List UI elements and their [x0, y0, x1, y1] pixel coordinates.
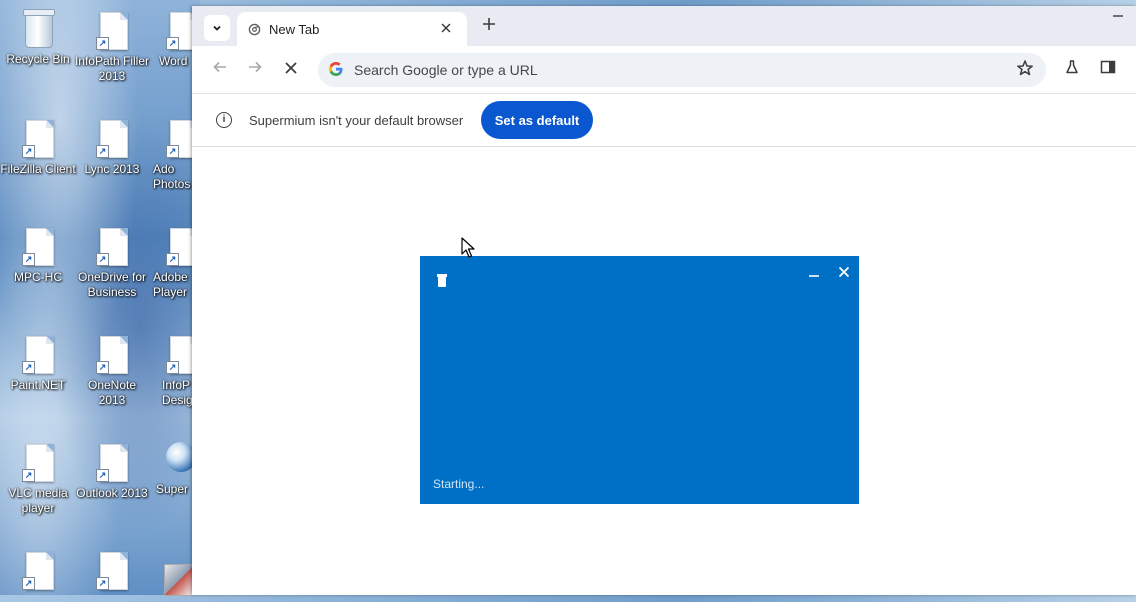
- stop-loading-button[interactable]: [279, 58, 303, 82]
- labs-button[interactable]: [1062, 59, 1082, 79]
- document-shortcut-icon: ↗: [22, 444, 54, 484]
- desktop-icon-label: Lync 2013: [84, 162, 140, 176]
- desktop-icon-mpc-hc[interactable]: ↗ MPC-HC: [0, 228, 76, 285]
- close-icon: [838, 266, 850, 278]
- splash-close-button[interactable]: [837, 264, 851, 284]
- desktop-icon-label: Adobe Player: [153, 270, 188, 299]
- arrow-left-icon: [213, 61, 226, 73]
- launcher-splash-window: Starting...: [420, 256, 859, 504]
- recycle-bin-icon: [22, 9, 55, 50]
- chrome-favicon-icon: [248, 23, 261, 36]
- mouse-cursor-icon: [461, 237, 475, 258]
- bookmark-button[interactable]: [1016, 59, 1034, 82]
- chevron-down-icon: [213, 25, 221, 31]
- set-as-default-button[interactable]: Set as default: [481, 101, 593, 139]
- desktop-icon-row7-a[interactable]: ↗: [0, 552, 76, 594]
- desktop-icon-label: Paint.NET: [10, 378, 66, 392]
- browser-toolbar: Search Google or type a URL: [192, 46, 1136, 94]
- splash-minimize-button[interactable]: [807, 265, 821, 285]
- desktop-icon-outlook[interactable]: ↗ Outlook 2013: [74, 444, 150, 501]
- desktop-icon-label: FileZilla Client: [0, 162, 76, 176]
- document-shortcut-icon: ↗: [22, 228, 54, 268]
- image-app-icon: [162, 560, 194, 600]
- infobar-message: Supermium isn't your default browser: [249, 113, 464, 128]
- google-icon: [329, 62, 343, 76]
- document-shortcut-icon: ↗: [96, 120, 128, 160]
- document-shortcut-icon: ↗: [22, 336, 54, 376]
- splash-status-text: Starting...: [433, 477, 485, 491]
- stop-loading-icon: [285, 62, 297, 74]
- back-button[interactable]: [208, 58, 232, 82]
- desktop-icon-recycle-bin[interactable]: Recycle Bin: [0, 9, 76, 67]
- desktop-icon-onedrive-business[interactable]: ↗ OneDrive for Business: [74, 228, 150, 300]
- side-panel-icon: [1100, 60, 1116, 74]
- minimize-icon: [1113, 15, 1123, 17]
- side-panel-button[interactable]: [1098, 59, 1118, 79]
- desktop-icon-label: InfoPath Filler 2013: [74, 54, 150, 83]
- desktop-icon-label: Recycle Bin: [6, 52, 70, 66]
- arrow-right-icon: [249, 61, 262, 73]
- desktop-icon-label: Outlook 2013: [76, 486, 148, 500]
- desktop-icon-row7-b[interactable]: ↗: [74, 552, 150, 594]
- window-minimize-button[interactable]: [1112, 8, 1124, 26]
- tab-new-tab[interactable]: New Tab: [237, 12, 467, 46]
- desktop-icon-label: Ado Photos: [153, 162, 191, 191]
- app-icon: [437, 274, 447, 287]
- tab-close-button[interactable]: [437, 19, 455, 37]
- tab-strip: New Tab: [192, 6, 1136, 46]
- desktop-icon-label: Word: [159, 54, 188, 68]
- desktop-icon-infopath-filler[interactable]: ↗ InfoPath Filler 2013: [74, 12, 150, 84]
- desktop-icon-label: OneNote 2013: [87, 378, 137, 407]
- desktop-icon-label: InfoP Desig: [162, 378, 193, 407]
- default-browser-infobar: i Supermium isn't your default browser S…: [192, 94, 1136, 147]
- plus-icon: [483, 18, 495, 30]
- desktop-icon-paint-net[interactable]: ↗ Paint.NET: [0, 336, 76, 393]
- document-shortcut-icon: ↗: [96, 336, 128, 376]
- close-icon: [441, 23, 451, 33]
- minimize-icon: [809, 275, 819, 277]
- desktop-icon-label: MPC-HC: [14, 270, 62, 284]
- desktop-icon-label: OneDrive for Business: [77, 270, 147, 299]
- document-shortcut-icon: ↗: [96, 12, 128, 52]
- address-bar[interactable]: Search Google or type a URL: [318, 53, 1046, 87]
- document-shortcut-icon: ↗: [22, 552, 54, 592]
- desktop-icon-label: VLC media player: [8, 486, 68, 515]
- omnibox-placeholder: Search Google or type a URL: [354, 62, 538, 78]
- document-shortcut-icon: ↗: [96, 552, 128, 592]
- desktop-icon-filezilla[interactable]: ↗ FileZilla Client: [0, 120, 76, 177]
- new-tab-button[interactable]: [478, 15, 500, 37]
- desktop-icon-label: Super: [156, 482, 189, 496]
- desktop-icon-lync[interactable]: ↗ Lync 2013: [74, 120, 150, 177]
- document-shortcut-icon: ↗: [22, 120, 54, 160]
- document-shortcut-icon: ↗: [96, 228, 128, 268]
- info-icon: i: [216, 112, 232, 128]
- tab-search-button[interactable]: [204, 15, 230, 41]
- tab-title: New Tab: [269, 22, 320, 37]
- flask-icon: [1066, 60, 1078, 74]
- desktop-icon-onenote[interactable]: ↗ OneNote 2013: [74, 336, 150, 408]
- desktop-icon-vlc[interactable]: ↗ VLC media player: [0, 444, 76, 516]
- star-icon: [1017, 60, 1033, 76]
- forward-button[interactable]: [243, 58, 267, 82]
- document-shortcut-icon: ↗: [96, 444, 128, 484]
